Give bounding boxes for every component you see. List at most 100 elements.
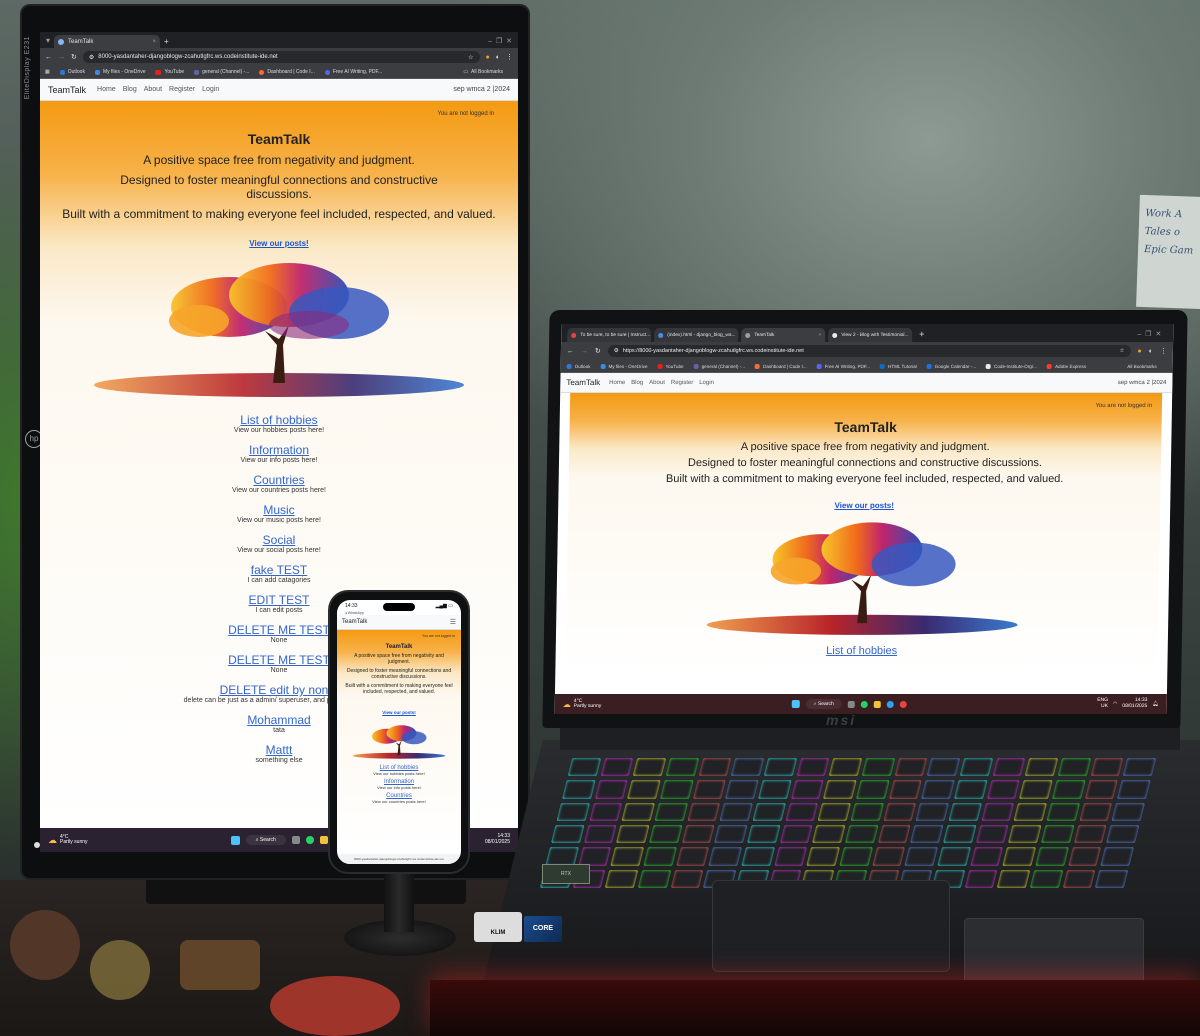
laptop-site-brand[interactable]: TeamTalk	[566, 378, 600, 387]
laptop-extensions-icon[interactable]: ●	[1137, 348, 1141, 355]
file-explorer-icon[interactable]	[319, 836, 328, 844]
keyboard-key[interactable]	[670, 869, 704, 888]
keyboard-key[interactable]	[997, 869, 1031, 888]
keyboard-key[interactable]	[904, 847, 938, 866]
laptop-window-controls[interactable]: – ❐ ✕	[1137, 330, 1161, 338]
keyboard-key[interactable]	[796, 758, 830, 777]
keyboard-key[interactable]	[681, 824, 715, 844]
laptop-category-link[interactable]: List of hobbies	[566, 645, 1158, 657]
bookmark-item[interactable]: YouTube	[155, 69, 184, 75]
laptop-tab[interactable]: To be sure, to be sure | Instruct...×	[567, 328, 652, 342]
all-bookmarks[interactable]: ▭ All Bookmarks	[463, 69, 503, 75]
all-bookmarks[interactable]: All Bookmarks	[1127, 364, 1156, 369]
keyboard-key[interactable]	[621, 802, 656, 821]
laptop-new-tab-icon[interactable]: +	[919, 329, 924, 339]
keyboard-key[interactable]	[1111, 802, 1146, 821]
keyboard-key[interactable]	[578, 847, 612, 866]
keyboard-key[interactable]	[550, 824, 585, 844]
laptop-whatsapp-icon[interactable]	[860, 700, 868, 708]
whatsapp-icon[interactable]	[305, 836, 314, 844]
keyboard-key[interactable]	[583, 824, 617, 844]
laptop-nav-login[interactable]: Login	[699, 380, 714, 386]
phone-view-posts-link[interactable]: View our posts!	[382, 710, 415, 715]
task-view-icon[interactable]	[291, 836, 300, 844]
keyboard-key[interactable]	[921, 780, 955, 799]
system-clock[interactable]: 14:33 08/01/2025	[485, 833, 510, 846]
category-link[interactable]: List of hobbies	[40, 413, 518, 427]
keyboard-key[interactable]	[698, 758, 732, 777]
bookmark-item[interactable]: Adobe Express	[1046, 363, 1086, 369]
laptop-back-icon[interactable]: ←	[567, 348, 574, 355]
keyboard-key[interactable]	[877, 824, 911, 844]
keyboard-key[interactable]	[915, 802, 950, 821]
keyboard-key[interactable]	[954, 780, 988, 799]
laptop-touchpad[interactable]	[712, 880, 950, 972]
close-tab-icon[interactable]: ×	[153, 39, 157, 45]
keyboard-key[interactable]	[926, 758, 961, 777]
category-link[interactable]: fake TEST	[40, 563, 518, 577]
bookmark-item[interactable]: Outlook	[59, 69, 85, 75]
laptop-start-icon[interactable]	[791, 700, 800, 708]
keyboard-key[interactable]	[779, 824, 813, 844]
keyboard-key[interactable]	[910, 824, 944, 844]
keyboard-key[interactable]	[844, 824, 879, 844]
category-link[interactable]: Music	[40, 503, 518, 517]
bookmark-item[interactable]: HTML Tutorial	[879, 363, 917, 369]
keyboard-key[interactable]	[964, 869, 998, 888]
profile-icon[interactable]: ◐	[496, 54, 500, 61]
bookmark-item[interactable]: Dashboard | Code I...	[259, 69, 315, 75]
keyboard-key[interactable]	[986, 780, 1020, 799]
keyboard-key[interactable]	[654, 802, 688, 821]
nav-register[interactable]: Register	[169, 86, 195, 93]
laptop-nav-blog[interactable]: Blog	[631, 380, 643, 386]
keyboard-key[interactable]	[627, 780, 661, 799]
laptop-tab[interactable]: (index).html - django_blog_wa...×	[654, 328, 739, 342]
keyboard-key[interactable]	[643, 847, 677, 866]
laptop-nav-register[interactable]: Register	[671, 380, 693, 386]
bookmark-item[interactable]: Code-Institute-Org/...	[986, 363, 1037, 369]
tab-search-icon[interactable]: ▾	[46, 36, 50, 45]
keyboard-key[interactable]	[828, 758, 863, 777]
laptop-nav-home[interactable]: Home	[609, 380, 625, 386]
keyboard-key[interactable]	[1046, 802, 1080, 821]
keyboard-key[interactable]	[861, 758, 895, 777]
keyboard-key[interactable]	[1052, 780, 1086, 799]
keyboard-key[interactable]	[687, 802, 721, 821]
keyboard-key[interactable]	[545, 847, 579, 866]
keyboard-key[interactable]	[975, 824, 1009, 844]
new-tab-icon[interactable]: +	[164, 37, 169, 46]
keyboard-key[interactable]	[1062, 869, 1096, 888]
keyboard-key[interactable]	[948, 802, 982, 821]
keyboard-key[interactable]	[567, 758, 601, 777]
keyboard-key[interactable]	[883, 802, 917, 821]
keyboard-key[interactable]	[1084, 780, 1118, 799]
keyboard-key[interactable]	[746, 824, 781, 844]
keyboard-key[interactable]	[752, 802, 786, 821]
keyboard-key[interactable]	[1019, 780, 1053, 799]
keyboard-key[interactable]	[648, 824, 683, 844]
bookmark-item[interactable]: general (Channel) -...	[693, 363, 745, 369]
keyboard-key[interactable]	[1029, 869, 1064, 888]
keyboard-key[interactable]	[1002, 847, 1036, 866]
weather-widget[interactable]: ☁ 4°C Partly sunny	[48, 834, 88, 846]
keyboard-key[interactable]	[1100, 847, 1134, 866]
keyboard-key[interactable]	[758, 780, 792, 799]
keyboard-key[interactable]	[730, 758, 765, 777]
keyboard-key[interactable]	[839, 847, 873, 866]
nav-about[interactable]: About	[144, 86, 162, 93]
start-icon[interactable]	[230, 835, 240, 845]
back-icon[interactable]: ←	[45, 54, 52, 61]
keyboard-key[interactable]	[812, 824, 846, 844]
keyboard-key[interactable]	[676, 847, 710, 866]
laptop-nav-about[interactable]: About	[649, 380, 665, 386]
keyboard-key[interactable]	[589, 802, 623, 821]
keyboard-key[interactable]	[1073, 824, 1107, 844]
keyboard-key[interactable]	[1024, 758, 1059, 777]
keyboard-key[interactable]	[823, 780, 857, 799]
laptop-view-posts-link[interactable]: View our posts!	[834, 501, 894, 510]
keyboard-key[interactable]	[725, 780, 759, 799]
site-brand[interactable]: TeamTalk	[48, 85, 86, 95]
keyboard-key[interactable]	[942, 824, 977, 844]
notification-bell-icon[interactable]: 🔔︎	[1152, 701, 1158, 707]
tab-teamtalk[interactable]: TeamTalk ×	[54, 35, 161, 48]
